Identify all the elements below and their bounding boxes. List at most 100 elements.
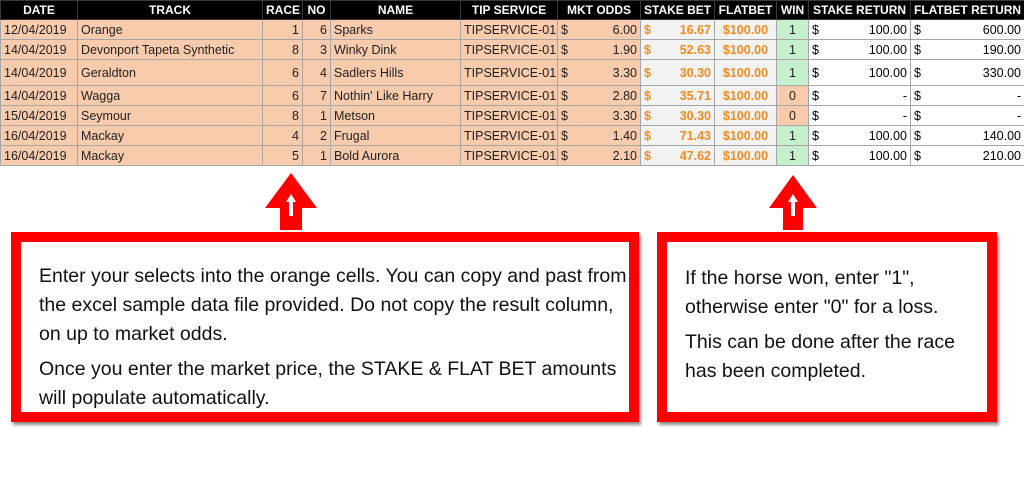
col-header-tip-service[interactable]: TIP SERVICE: [460, 0, 558, 20]
cell-no[interactable]: 1: [302, 145, 331, 166]
odds-value: 2.10: [612, 148, 637, 163]
cell-flatbet[interactable]: $100.00: [714, 105, 777, 126]
cell-tip-service[interactable]: TIPSERVICE-01: [460, 125, 558, 146]
cell-tip-service[interactable]: TIPSERVICE-01: [460, 145, 558, 166]
col-header-no[interactable]: NO: [302, 0, 331, 20]
cell-no[interactable]: 6: [302, 19, 331, 40]
cell-race[interactable]: 6: [262, 59, 303, 86]
cell-stake-return[interactable]: $ -: [808, 85, 911, 106]
col-header-win[interactable]: WIN: [776, 0, 809, 20]
col-header-flatbet[interactable]: FLATBET: [714, 0, 777, 20]
cell-win[interactable]: 1: [776, 19, 809, 40]
currency-symbol: $: [561, 88, 568, 103]
cell-flatbet[interactable]: $100.00: [714, 85, 777, 106]
cell-flatbet[interactable]: $100.00: [714, 125, 777, 146]
col-header-stake-return[interactable]: STAKE RETURN: [808, 0, 911, 20]
cell-flatbet[interactable]: $100.00: [714, 145, 777, 166]
cell-stake-bet[interactable]: $30.30: [640, 59, 715, 86]
cell-mkt-odds[interactable]: $2.10: [557, 145, 641, 166]
cell-flatbet-return[interactable]: $140.00: [910, 125, 1024, 146]
col-header-name[interactable]: NAME: [330, 0, 461, 20]
cell-stake-return[interactable]: $100.00: [808, 125, 911, 146]
cell-name[interactable]: Nothin' Like Harry: [330, 85, 461, 106]
cell-tip-service[interactable]: TIPSERVICE-01: [460, 39, 558, 60]
cell-track[interactable]: Wagga: [77, 85, 263, 106]
cell-track[interactable]: Mackay: [77, 125, 263, 146]
cell-mkt-odds[interactable]: $6.00: [557, 19, 641, 40]
cell-track[interactable]: Seymour: [77, 105, 263, 126]
cell-tip-service[interactable]: TIPSERVICE-01: [460, 59, 558, 86]
cell-stake-bet[interactable]: $16.67: [640, 19, 715, 40]
cell-mkt-odds[interactable]: $3.30: [557, 59, 641, 86]
cell-track[interactable]: Orange: [77, 19, 263, 40]
col-header-mkt-odds[interactable]: MKT ODDS: [557, 0, 641, 20]
col-header-track[interactable]: TRACK: [77, 0, 263, 20]
cell-mkt-odds[interactable]: $1.40: [557, 125, 641, 146]
currency-symbol: $: [914, 128, 921, 143]
cell-stake-return[interactable]: $ -: [808, 105, 911, 126]
cell-win[interactable]: 1: [776, 59, 809, 86]
col-header-race[interactable]: RACE: [262, 0, 303, 20]
cell-stake-return[interactable]: $100.00: [808, 59, 911, 86]
cell-track[interactable]: Mackay: [77, 145, 263, 166]
cell-name[interactable]: Sparks: [330, 19, 461, 40]
cell-tip-service[interactable]: TIPSERVICE-01: [460, 105, 558, 126]
cell-name[interactable]: Frugal: [330, 125, 461, 146]
cell-stake-return[interactable]: $100.00: [808, 39, 911, 60]
cell-track[interactable]: Geraldton: [77, 59, 263, 86]
cell-stake-bet[interactable]: $71.43: [640, 125, 715, 146]
col-header-date[interactable]: DATE: [0, 0, 78, 20]
cell-no[interactable]: 4: [302, 59, 331, 86]
col-header-stake-bet[interactable]: STAKE BET: [640, 0, 715, 20]
cell-flatbet-return[interactable]: $600.00: [910, 19, 1024, 40]
cell-win[interactable]: 1: [776, 39, 809, 60]
cell-flatbet-return[interactable]: $330.00: [910, 59, 1024, 86]
cell-race[interactable]: 8: [262, 105, 303, 126]
odds-value: 6.00: [612, 22, 637, 37]
cell-flatbet-return[interactable]: $190.00: [910, 39, 1024, 60]
cell-name[interactable]: Metson: [330, 105, 461, 126]
cell-win[interactable]: 1: [776, 125, 809, 146]
cell-flatbet[interactable]: $100.00: [714, 19, 777, 40]
cell-stake-bet[interactable]: $52.63: [640, 39, 715, 60]
cell-no[interactable]: 3: [302, 39, 331, 60]
cell-date[interactable]: 14/04/2019: [0, 39, 78, 60]
cell-flatbet[interactable]: $100.00: [714, 59, 777, 86]
cell-date[interactable]: 14/04/2019: [0, 85, 78, 106]
cell-win[interactable]: 0: [776, 85, 809, 106]
cell-flatbet-return[interactable]: $ -: [910, 85, 1024, 106]
cell-mkt-odds[interactable]: $2.80: [557, 85, 641, 106]
cell-name[interactable]: Sadlers Hills: [330, 59, 461, 86]
cell-date[interactable]: 16/04/2019: [0, 145, 78, 166]
cell-win[interactable]: 0: [776, 105, 809, 126]
cell-no[interactable]: 2: [302, 125, 331, 146]
cell-date[interactable]: 12/04/2019: [0, 19, 78, 40]
cell-track[interactable]: Devonport Tapeta Synthetic: [77, 39, 263, 60]
cell-race[interactable]: 4: [262, 125, 303, 146]
cell-mkt-odds[interactable]: $1.90: [557, 39, 641, 60]
cell-date[interactable]: 14/04/2019: [0, 59, 78, 86]
cell-tip-service[interactable]: TIPSERVICE-01: [460, 19, 558, 40]
cell-flatbet-return[interactable]: $210.00: [910, 145, 1024, 166]
cell-no[interactable]: 1: [302, 105, 331, 126]
cell-mkt-odds[interactable]: $3.30: [557, 105, 641, 126]
cell-stake-bet[interactable]: $30.30: [640, 105, 715, 126]
cell-race[interactable]: 6: [262, 85, 303, 106]
cell-stake-return[interactable]: $100.00: [808, 145, 911, 166]
cell-name[interactable]: Bold Aurora: [330, 145, 461, 166]
cell-stake-bet[interactable]: $35.71: [640, 85, 715, 106]
cell-name[interactable]: Winky Dink: [330, 39, 461, 60]
cell-race[interactable]: 1: [262, 19, 303, 40]
cell-race[interactable]: 8: [262, 39, 303, 60]
cell-win[interactable]: 1: [776, 145, 809, 166]
cell-stake-bet[interactable]: $47.62: [640, 145, 715, 166]
cell-race[interactable]: 5: [262, 145, 303, 166]
cell-no[interactable]: 7: [302, 85, 331, 106]
cell-tip-service[interactable]: TIPSERVICE-01: [460, 85, 558, 106]
cell-stake-return[interactable]: $100.00: [808, 19, 911, 40]
cell-flatbet-return[interactable]: $ -: [910, 105, 1024, 126]
cell-flatbet[interactable]: $100.00: [714, 39, 777, 60]
col-header-flatbet-return[interactable]: FLATBET RETURN: [910, 0, 1024, 20]
cell-date[interactable]: 16/04/2019: [0, 125, 78, 146]
cell-date[interactable]: 15/04/2019: [0, 105, 78, 126]
